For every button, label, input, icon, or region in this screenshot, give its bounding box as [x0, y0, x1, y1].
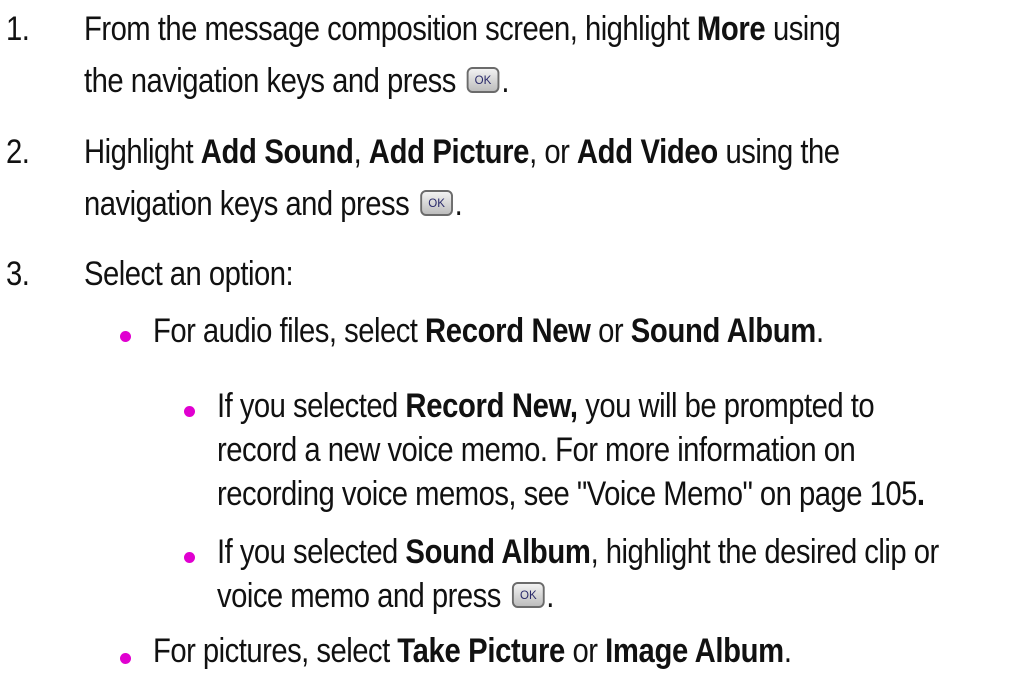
- text-run: .: [815, 312, 824, 350]
- bullet-dot-icon: [120, 308, 131, 358]
- text-run: Highlight: [84, 133, 201, 171]
- text-run: .: [916, 475, 925, 513]
- step-number: 3.: [6, 255, 30, 293]
- text-run: .: [501, 62, 509, 100]
- text-run: the navigation keys and press: [84, 62, 464, 100]
- text-run: If you selected: [217, 533, 406, 571]
- option-sound-album: Sound Album: [405, 533, 591, 571]
- text-run: recording voice memos, see "Voice Memo" …: [217, 475, 917, 513]
- step-text-line: Highlight Add Sound, Add Picture, or Add…: [84, 127, 840, 177]
- text-run: you will be prompted to: [577, 387, 875, 425]
- text-run: voice memo and press: [217, 577, 509, 615]
- ok-key-icon: OK: [420, 190, 453, 217]
- text-run: ,: [353, 133, 369, 171]
- menu-term-more: More: [696, 10, 766, 48]
- option-record-new: Record New: [425, 312, 591, 350]
- menu-term-add-video: Add Video: [576, 133, 718, 171]
- audio-files-bullet: For audio files, select Record New or So…: [153, 306, 824, 356]
- text-run: .: [546, 577, 554, 615]
- pictures-bullet: For pictures, select Take Picture or Ima…: [153, 626, 792, 676]
- text-run: using: [765, 10, 841, 48]
- menu-term-add-picture: Add Picture: [368, 133, 530, 171]
- option-image-album: Image Album: [605, 632, 784, 670]
- record-new-bullet-line: record a new voice memo. For more inform…: [217, 431, 856, 469]
- step-text-line: the navigation keys and press OK.: [84, 56, 509, 106]
- manual-page: 1. From the message composition screen, …: [0, 0, 1033, 674]
- record-new-bullet-line: recording voice memos, see "Voice Memo" …: [217, 469, 925, 519]
- text-run: navigation keys and press: [84, 185, 417, 223]
- step-text-line: navigation keys and press OK.: [84, 179, 463, 229]
- step-text-line: Select an option:: [84, 255, 294, 293]
- step-number: 1.: [6, 10, 30, 48]
- sound-album-bullet: If you selected Sound Album, highlight t…: [217, 527, 939, 577]
- text-run: , or: [529, 133, 577, 171]
- bullet-dot-icon: [184, 529, 195, 579]
- text-run: From the message composition screen, hig…: [84, 10, 697, 48]
- text-run: .: [783, 632, 792, 670]
- text-run: If you selected: [217, 387, 406, 425]
- text-run: For pictures, select: [153, 632, 398, 670]
- text-run: For audio files, select: [153, 312, 426, 350]
- option-take-picture: Take Picture: [397, 632, 565, 670]
- ok-key-icon: OK: [466, 67, 500, 94]
- text-run: or: [590, 312, 631, 350]
- sound-album-bullet-line: voice memo and press OK.: [217, 571, 554, 621]
- bullet-dot-icon: [120, 630, 131, 680]
- bullet-dot-icon: [184, 383, 195, 433]
- text-run: or: [564, 632, 606, 670]
- record-new-bullet: If you selected Record New, you will be …: [217, 381, 875, 431]
- option-sound-album: Sound Album: [630, 312, 817, 350]
- step-number: 2.: [6, 133, 30, 171]
- menu-term-add-sound: Add Sound: [200, 133, 354, 171]
- text-run: using the: [717, 133, 840, 171]
- step-text-line: From the message composition screen, hig…: [84, 4, 841, 54]
- option-record-new: Record New,: [405, 387, 578, 425]
- ok-key-icon: OK: [511, 582, 545, 609]
- text-run: .: [454, 185, 463, 223]
- text-run: , highlight the desired clip or: [590, 533, 940, 571]
